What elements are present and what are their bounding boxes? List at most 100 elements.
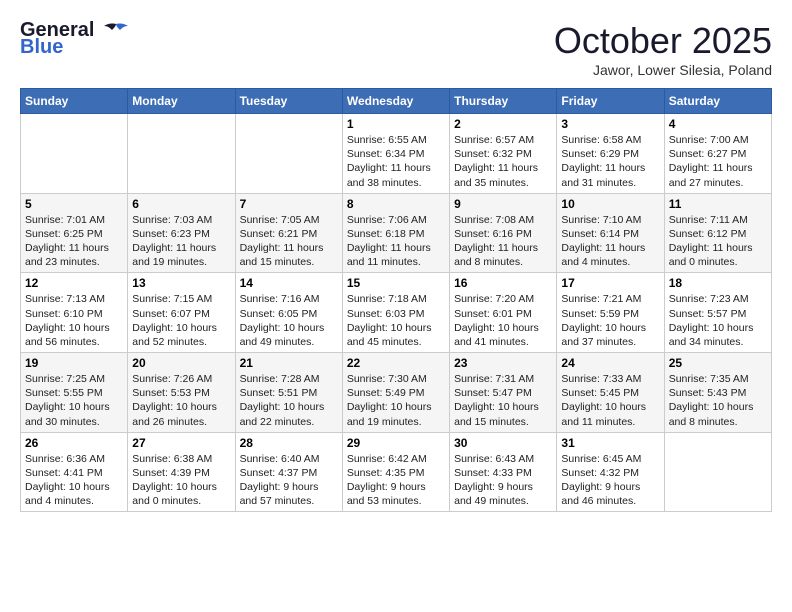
location: Jawor, Lower Silesia, Poland — [554, 62, 772, 78]
day-number: 3 — [561, 117, 659, 131]
day-number: 4 — [669, 117, 767, 131]
table-row: 29 Sunrise: 6:42 AM Sunset: 4:35 PM Dayli… — [342, 432, 449, 512]
day-info: Sunrise: 7:03 AM Sunset: 6:23 PM Dayligh… — [132, 213, 230, 270]
day-number: 6 — [132, 197, 230, 211]
table-row: 28Sunrise: 6:40 AM Sunset: 4:37 PM Dayli… — [235, 432, 342, 512]
day-number: 20 — [132, 356, 230, 370]
day-number: 16 — [454, 276, 552, 290]
table-row: 2Sunrise: 6:57 AM Sunset: 6:32 PM Daylig… — [450, 114, 557, 194]
table-row: 31 Sunrise: 6:45 AM Sunset: 4:32 PM Dayli… — [557, 432, 664, 512]
month-title: October 2025 — [554, 20, 772, 62]
day-info: Sunrise: 7:35 AM Sunset: 5:43 PM Dayligh… — [669, 372, 767, 429]
table-row: 19Sunrise: 7:25 AM Sunset: 5:55 PM Dayli… — [21, 353, 128, 433]
table-row: 16 Sunrise: 7:20 AM Sunset: 6:01 PM Dayli… — [450, 273, 557, 353]
title-block: October 2025 Jawor, Lower Silesia, Polan… — [554, 20, 772, 78]
table-row: 1 Sunrise: 6:55 AM Sunset: 6:34 PM Daylig… — [342, 114, 449, 194]
day-info: Sunrise: 6:57 AM Sunset: 6:32 PM Dayligh… — [454, 133, 552, 190]
table-row: 9 Sunrise: 7:08 AM Sunset: 6:16 PM Daylig… — [450, 193, 557, 273]
col-monday: Monday — [128, 89, 235, 114]
day-info: Sunrise: 7:26 AM Sunset: 5:53 PM Dayligh… — [132, 372, 230, 429]
calendar-week-row: 12 Sunrise: 7:13 AM Sunset: 6:10 PM Dayli… — [21, 273, 772, 353]
table-row: 13 Sunrise: 7:15 AM Sunset: 6:07 PM Dayli… — [128, 273, 235, 353]
table-row: 4Sunrise: 7:00 AM Sunset: 6:27 PM Daylig… — [664, 114, 771, 194]
day-number: 29 — [347, 436, 445, 450]
calendar-week-row: 5 Sunrise: 7:01 AM Sunset: 6:25 PM Daylig… — [21, 193, 772, 273]
calendar-week-row: 19Sunrise: 7:25 AM Sunset: 5:55 PM Dayli… — [21, 353, 772, 433]
day-number: 31 — [561, 436, 659, 450]
table-row: 18 Sunrise: 7:23 AM Sunset: 5:57 PM Dayli… — [664, 273, 771, 353]
table-row: 22 Sunrise: 7:30 AM Sunset: 5:49 PM Dayli… — [342, 353, 449, 433]
table-row — [235, 114, 342, 194]
table-row: 17 Sunrise: 7:21 AM Sunset: 5:59 PM Dayli… — [557, 273, 664, 353]
table-row: 26Sunrise: 6:36 AM Sunset: 4:41 PM Dayli… — [21, 432, 128, 512]
day-number: 19 — [25, 356, 123, 370]
table-row: 6 Sunrise: 7:03 AM Sunset: 6:23 PM Daylig… — [128, 193, 235, 273]
day-info: Sunrise: 6:43 AM Sunset: 4:33 PM Dayligh… — [454, 452, 552, 509]
table-row: 12 Sunrise: 7:13 AM Sunset: 6:10 PM Dayli… — [21, 273, 128, 353]
table-row: 8 Sunrise: 7:06 AM Sunset: 6:18 PM Daylig… — [342, 193, 449, 273]
day-number: 1 — [347, 117, 445, 131]
table-row: 10 Sunrise: 7:10 AM Sunset: 6:14 PM Dayli… — [557, 193, 664, 273]
day-info: Sunrise: 6:40 AM Sunset: 4:37 PM Dayligh… — [240, 452, 338, 509]
day-info: Sunrise: 6:42 AM Sunset: 4:35 PM Dayligh… — [347, 452, 445, 509]
table-row: 7Sunrise: 7:05 AM Sunset: 6:21 PM Daylig… — [235, 193, 342, 273]
day-info: Sunrise: 6:55 AM Sunset: 6:34 PM Dayligh… — [347, 133, 445, 190]
day-info: Sunrise: 7:13 AM Sunset: 6:10 PM Dayligh… — [25, 292, 123, 349]
col-friday: Friday — [557, 89, 664, 114]
day-info: Sunrise: 6:58 AM Sunset: 6:29 PM Dayligh… — [561, 133, 659, 190]
day-info: Sunrise: 7:31 AM Sunset: 5:47 PM Dayligh… — [454, 372, 552, 429]
table-row — [21, 114, 128, 194]
col-sunday: Sunday — [21, 89, 128, 114]
calendar-header-row: Sunday Monday Tuesday Wednesday Thursday… — [21, 89, 772, 114]
day-number: 18 — [669, 276, 767, 290]
table-row: 21Sunrise: 7:28 AM Sunset: 5:51 PM Dayli… — [235, 353, 342, 433]
col-tuesday: Tuesday — [235, 89, 342, 114]
table-row: 20 Sunrise: 7:26 AM Sunset: 5:53 PM Dayli… — [128, 353, 235, 433]
col-wednesday: Wednesday — [342, 89, 449, 114]
table-row: 30 Sunrise: 6:43 AM Sunset: 4:33 PM Dayli… — [450, 432, 557, 512]
day-number: 8 — [347, 197, 445, 211]
table-row: 24 Sunrise: 7:33 AM Sunset: 5:45 PM Dayli… — [557, 353, 664, 433]
logo-bird-icon — [102, 22, 130, 40]
day-info: Sunrise: 7:06 AM Sunset: 6:18 PM Dayligh… — [347, 213, 445, 270]
day-info: Sunrise: 7:20 AM Sunset: 6:01 PM Dayligh… — [454, 292, 552, 349]
table-row — [664, 432, 771, 512]
calendar-table: Sunday Monday Tuesday Wednesday Thursday… — [20, 88, 772, 512]
day-info: Sunrise: 7:23 AM Sunset: 5:57 PM Dayligh… — [669, 292, 767, 349]
table-row: 14 Sunrise: 7:16 AM Sunset: 6:05 PM Dayli… — [235, 273, 342, 353]
day-number: 12 — [25, 276, 123, 290]
day-info: Sunrise: 7:21 AM Sunset: 5:59 PM Dayligh… — [561, 292, 659, 349]
day-info: Sunrise: 7:10 AM Sunset: 6:14 PM Dayligh… — [561, 213, 659, 270]
table-row: 3 Sunrise: 6:58 AM Sunset: 6:29 PM Daylig… — [557, 114, 664, 194]
table-row: 27Sunrise: 6:38 AM Sunset: 4:39 PM Dayli… — [128, 432, 235, 512]
day-number: 13 — [132, 276, 230, 290]
day-number: 23 — [454, 356, 552, 370]
day-number: 9 — [454, 197, 552, 211]
day-info: Sunrise: 6:45 AM Sunset: 4:32 PM Dayligh… — [561, 452, 659, 509]
day-number: 15 — [347, 276, 445, 290]
day-number: 14 — [240, 276, 338, 290]
day-info: Sunrise: 7:08 AM Sunset: 6:16 PM Dayligh… — [454, 213, 552, 270]
day-number: 22 — [347, 356, 445, 370]
day-info: Sunrise: 7:28 AM Sunset: 5:51 PM Dayligh… — [240, 372, 338, 429]
col-saturday: Saturday — [664, 89, 771, 114]
day-number: 5 — [25, 197, 123, 211]
day-info: Sunrise: 6:38 AM Sunset: 4:39 PM Dayligh… — [132, 452, 230, 509]
day-info: Sunrise: 7:33 AM Sunset: 5:45 PM Dayligh… — [561, 372, 659, 429]
logo: General Blue — [20, 20, 130, 59]
table-row: 11Sunrise: 7:11 AM Sunset: 6:12 PM Dayli… — [664, 193, 771, 273]
table-row: 15 Sunrise: 7:18 AM Sunset: 6:03 PM Dayli… — [342, 273, 449, 353]
day-info: Sunrise: 7:16 AM Sunset: 6:05 PM Dayligh… — [240, 292, 338, 349]
table-row: 5 Sunrise: 7:01 AM Sunset: 6:25 PM Daylig… — [21, 193, 128, 273]
day-number: 24 — [561, 356, 659, 370]
day-number: 11 — [669, 197, 767, 211]
calendar-week-row: 1 Sunrise: 6:55 AM Sunset: 6:34 PM Daylig… — [21, 114, 772, 194]
day-info: Sunrise: 7:18 AM Sunset: 6:03 PM Dayligh… — [347, 292, 445, 349]
day-info: Sunrise: 7:01 AM Sunset: 6:25 PM Dayligh… — [25, 213, 123, 270]
day-info: Sunrise: 7:30 AM Sunset: 5:49 PM Dayligh… — [347, 372, 445, 429]
day-number: 10 — [561, 197, 659, 211]
logo-blue-text: Blue — [20, 36, 63, 59]
day-number: 17 — [561, 276, 659, 290]
day-info: Sunrise: 7:15 AM Sunset: 6:07 PM Dayligh… — [132, 292, 230, 349]
day-number: 30 — [454, 436, 552, 450]
